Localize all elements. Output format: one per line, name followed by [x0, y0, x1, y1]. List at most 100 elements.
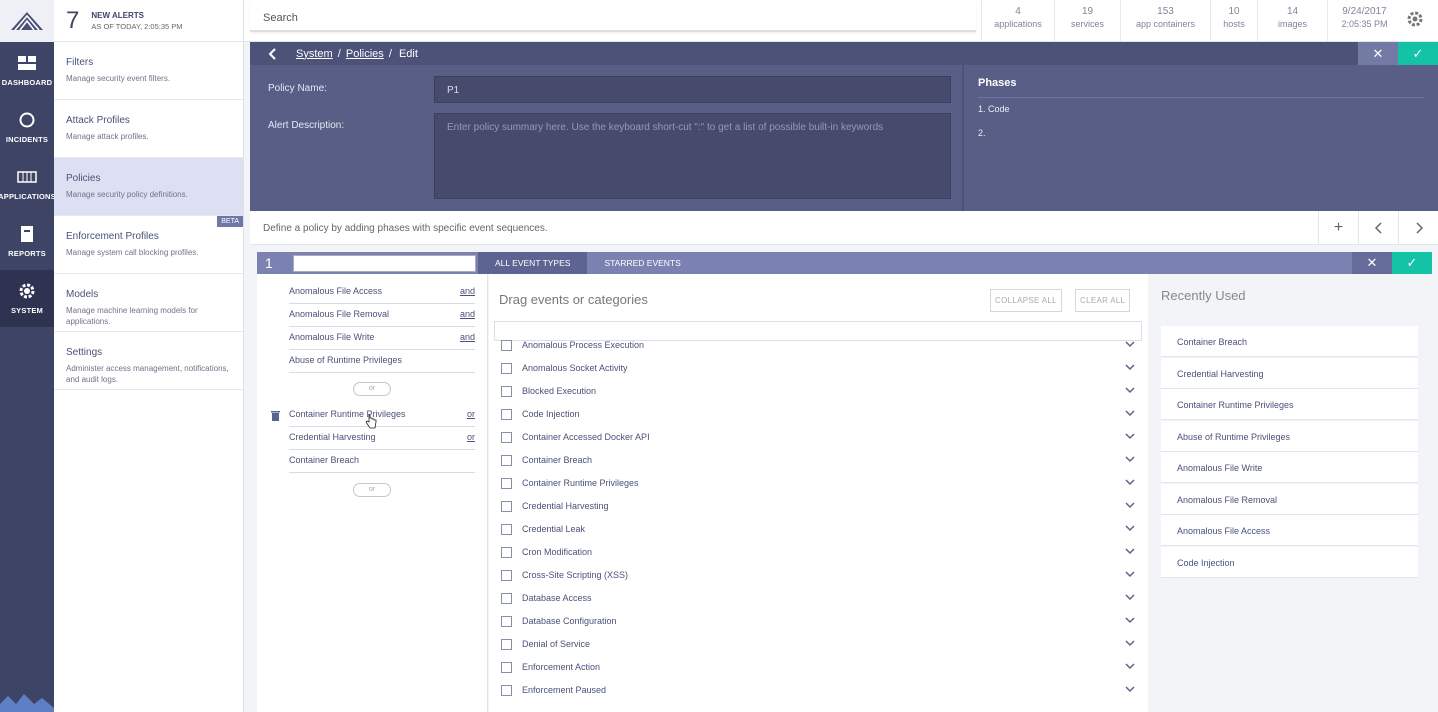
chevron-down-icon[interactable] — [1125, 638, 1135, 648]
phase-cancel-button[interactable]: ✕ — [1352, 252, 1392, 274]
nav-item-filters[interactable]: Filters Manage security event filters. — [54, 42, 243, 100]
breadcrumb-policies[interactable]: Policies — [346, 48, 384, 60]
next-phase-button[interactable] — [1398, 211, 1438, 245]
event-row[interactable]: Cron Modification — [501, 542, 1135, 562]
prev-phase-button[interactable] — [1358, 211, 1398, 245]
event-checkbox[interactable] — [501, 661, 512, 673]
event-row[interactable]: Blocked Execution — [501, 381, 1135, 401]
recent-item[interactable]: Anomalous File Access — [1161, 515, 1418, 546]
event-checkbox[interactable] — [501, 362, 512, 374]
chevron-down-icon[interactable] — [1125, 431, 1135, 441]
rail-item-applications[interactable]: APPLICATIONS — [0, 156, 56, 213]
chevron-down-icon[interactable] — [1125, 477, 1135, 487]
phase-save-button[interactable]: ✓ — [1392, 252, 1432, 274]
event-checkbox[interactable] — [501, 592, 512, 604]
collapse-all-button[interactable]: COLLAPSE ALL — [990, 289, 1062, 312]
event-checkbox[interactable] — [501, 385, 512, 397]
back-button[interactable] — [250, 42, 296, 65]
add-or-group-button[interactable]: or — [353, 483, 391, 497]
event-checkbox[interactable] — [501, 523, 512, 535]
chevron-down-icon[interactable] — [1125, 615, 1135, 625]
nav-item-enforcement-profiles[interactable]: BETA Enforcement Profiles Manage system … — [54, 216, 243, 274]
add-phase-button[interactable]: + — [1318, 211, 1358, 245]
breadcrumb-system[interactable]: System — [296, 48, 333, 60]
chevron-down-icon[interactable] — [1125, 592, 1135, 602]
event-checkbox[interactable] — [501, 638, 512, 650]
policy-name-input[interactable]: P1 — [434, 76, 951, 103]
search-input[interactable]: Search — [250, 2, 976, 32]
nav-item-attack-profiles[interactable]: Attack Profiles Manage attack profiles. — [54, 100, 243, 158]
event-row[interactable]: Enforcement Action — [501, 657, 1135, 677]
chevron-down-icon[interactable] — [1125, 339, 1135, 349]
event-row[interactable]: Database Configuration — [501, 611, 1135, 631]
event-checkbox[interactable] — [501, 569, 512, 581]
tab-all-event-types[interactable]: ALL EVENT TYPES — [478, 252, 588, 274]
alert-description-textarea[interactable]: Enter policy summary here. Use the keybo… — [434, 113, 951, 199]
chevron-down-icon[interactable] — [1125, 408, 1135, 418]
chevron-down-icon[interactable] — [1125, 684, 1135, 694]
stat-services[interactable]: 19 services — [1054, 0, 1120, 42]
sequence-operator[interactable]: and — [460, 309, 475, 326]
stat-applications[interactable]: 4 applications — [981, 0, 1054, 42]
chevron-down-icon[interactable] — [1125, 500, 1135, 510]
sequence-item[interactable]: Abuse of Runtime Privileges — [289, 355, 475, 373]
event-row[interactable]: Code Injection — [501, 404, 1135, 424]
recent-item[interactable]: Container Breach — [1161, 326, 1418, 357]
add-or-group-button[interactable]: or — [353, 382, 391, 396]
new-alerts[interactable]: 7 NEW ALERTS AS OF TODAY, 2:05:35 PM — [54, 0, 243, 42]
event-row[interactable]: Database Access — [501, 588, 1135, 608]
event-checkbox[interactable] — [501, 500, 512, 512]
event-checkbox[interactable] — [501, 408, 512, 420]
event-row[interactable]: Credential Harvesting — [501, 496, 1135, 516]
settings-gear-icon[interactable] — [1406, 10, 1424, 28]
event-checkbox[interactable] — [501, 431, 512, 443]
recent-item[interactable]: Credential Harvesting — [1161, 357, 1418, 389]
chevron-down-icon[interactable] — [1125, 569, 1135, 579]
sequence-operator[interactable]: and — [460, 332, 475, 349]
event-row[interactable]: Anomalous Socket Activity — [501, 358, 1135, 378]
recent-item[interactable]: Container Runtime Privileges — [1161, 389, 1418, 420]
nav-item-settings[interactable]: Settings Administer access management, n… — [54, 332, 243, 390]
event-row[interactable]: Cross-Site Scripting (XSS) — [501, 565, 1135, 585]
sequence-operator[interactable]: and — [460, 286, 475, 303]
tab-starred-events[interactable]: STARRED EVENTS — [587, 252, 697, 274]
event-checkbox[interactable] — [501, 546, 512, 558]
sequence-item[interactable]: Anomalous File Write and — [289, 332, 475, 350]
event-row[interactable]: Container Accessed Docker API — [501, 427, 1135, 447]
event-checkbox[interactable] — [501, 684, 512, 696]
chevron-down-icon[interactable] — [1125, 546, 1135, 556]
rail-item-dashboard[interactable]: DASHBOARD — [0, 42, 54, 99]
logo[interactable] — [0, 0, 54, 42]
chevron-down-icon[interactable] — [1125, 454, 1135, 464]
nav-item-models[interactable]: Models Manage machine learning models fo… — [54, 274, 243, 332]
event-row[interactable]: Container Runtime Privileges — [501, 473, 1135, 493]
phase-item[interactable]: 1. Code — [978, 104, 1424, 114]
event-row[interactable]: Credential Leak — [501, 519, 1135, 539]
sequence-item[interactable]: Anomalous File Removal and — [289, 309, 475, 327]
chevron-down-icon[interactable] — [1125, 385, 1135, 395]
stat-hosts[interactable]: 10 hosts — [1210, 0, 1257, 42]
rail-item-reports[interactable]: REPORTS — [0, 213, 54, 270]
chevron-down-icon[interactable] — [1125, 661, 1135, 671]
recent-item[interactable]: Abuse of Runtime Privileges — [1161, 420, 1418, 452]
rail-item-system[interactable]: SYSTEM — [0, 270, 54, 327]
recent-item[interactable]: Code Injection — [1161, 546, 1418, 578]
event-row[interactable]: Anomalous Process Execution — [501, 335, 1135, 355]
sequence-item[interactable]: Container Breach — [289, 455, 475, 473]
clear-all-button[interactable]: CLEAR ALL — [1075, 289, 1131, 312]
event-row[interactable]: Denial of Service — [501, 634, 1135, 654]
stat-app-containers[interactable]: 153 app containers — [1120, 0, 1210, 42]
save-button[interactable]: ✓ — [1398, 42, 1438, 65]
chevron-down-icon[interactable] — [1125, 523, 1135, 533]
rail-item-incidents[interactable]: INCIDENTS — [0, 99, 54, 156]
recent-item[interactable]: Anomalous File Removal — [1161, 483, 1418, 515]
stat-images[interactable]: 14 images — [1257, 0, 1327, 42]
sequence-item[interactable]: Credential Harvesting or — [289, 432, 475, 450]
sequence-operator[interactable]: or — [467, 409, 475, 426]
phase-item[interactable]: 2. — [978, 128, 1424, 138]
event-row[interactable]: Container Breach — [501, 450, 1135, 470]
event-checkbox[interactable] — [501, 454, 512, 466]
event-checkbox[interactable] — [501, 477, 512, 489]
event-checkbox[interactable] — [501, 615, 512, 627]
chevron-down-icon[interactable] — [1125, 362, 1135, 372]
